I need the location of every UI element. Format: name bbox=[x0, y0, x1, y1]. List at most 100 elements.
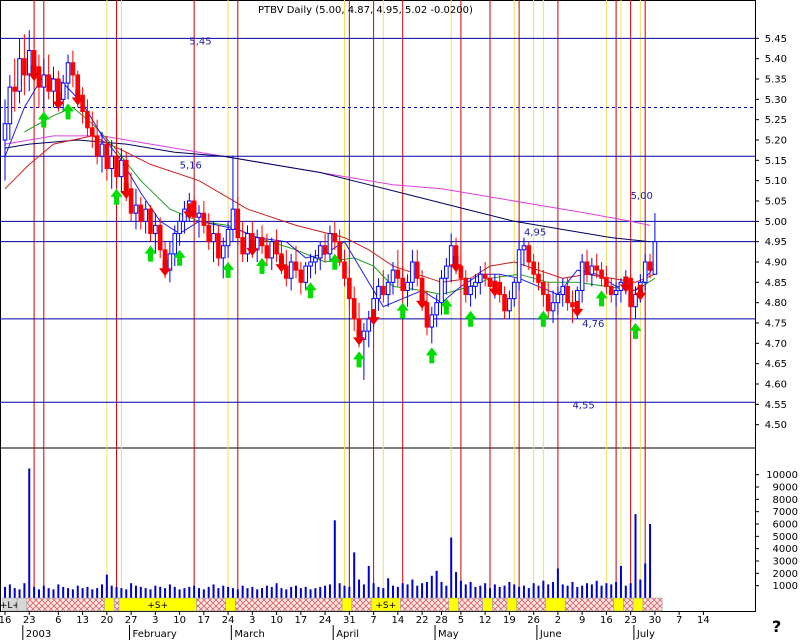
volume-bar bbox=[450, 537, 453, 598]
candle-body bbox=[70, 62, 76, 76]
x-tick-label: 9 bbox=[579, 615, 585, 626]
volume-bar bbox=[392, 585, 394, 598]
volume-bar bbox=[67, 588, 70, 598]
volume-bar bbox=[134, 585, 137, 598]
volume-bar bbox=[615, 581, 618, 598]
x-tick-label: 24 bbox=[222, 615, 235, 626]
x-tick-label: 10 bbox=[270, 615, 283, 626]
candle-body bbox=[303, 265, 308, 283]
candle-body bbox=[647, 261, 653, 271]
band-segment bbox=[458, 597, 483, 612]
volume-bar bbox=[265, 585, 268, 598]
candle-body bbox=[138, 204, 144, 222]
volume-bar bbox=[227, 586, 230, 598]
price-tick-label: 5.15 bbox=[765, 156, 787, 167]
volume-bar bbox=[469, 581, 472, 598]
volume-bar bbox=[435, 570, 438, 598]
volume-bar bbox=[115, 586, 118, 598]
volume-bar bbox=[479, 585, 482, 598]
volume-bar bbox=[440, 581, 443, 598]
volume-bar bbox=[270, 586, 273, 598]
candle-body bbox=[400, 277, 405, 291]
volume-bar bbox=[629, 583, 632, 598]
volume-bar bbox=[86, 586, 89, 598]
x-tick-label: 30 bbox=[649, 615, 662, 626]
volume-bar bbox=[188, 586, 191, 598]
price-tick-label: 5.40 bbox=[765, 54, 787, 65]
x-tick-label: 27 bbox=[125, 615, 138, 626]
volume-bar bbox=[338, 583, 341, 598]
level-label: 4,76 bbox=[582, 319, 604, 330]
candle-body bbox=[550, 302, 556, 312]
candle-body bbox=[41, 74, 47, 88]
candle-body bbox=[594, 265, 600, 271]
x-tick-label: 23 bbox=[23, 615, 36, 626]
buy-arrow-icon bbox=[304, 282, 317, 299]
volume-bar bbox=[125, 589, 128, 598]
candle-body bbox=[589, 265, 595, 275]
volume-bar bbox=[421, 583, 424, 598]
candle-body bbox=[531, 261, 536, 275]
candle-body bbox=[313, 257, 318, 263]
volume-bar bbox=[387, 578, 390, 598]
month-label: May bbox=[438, 629, 459, 640]
candle-body bbox=[85, 111, 90, 129]
candle-body bbox=[458, 265, 464, 279]
volume-bar bbox=[459, 580, 462, 598]
volume-bar bbox=[275, 583, 278, 598]
x-tick-label: 22 bbox=[416, 615, 429, 626]
x-tick-label: 31 bbox=[343, 615, 356, 626]
volume-bar bbox=[76, 585, 79, 598]
volume-bar bbox=[561, 584, 564, 598]
candle-body bbox=[497, 281, 502, 296]
volume-bar bbox=[644, 563, 647, 598]
level-label: 4,95 bbox=[524, 228, 546, 239]
x-tick-label: 6 bbox=[55, 615, 61, 626]
volume-bar bbox=[8, 584, 11, 598]
candle-body bbox=[90, 127, 95, 137]
x-tick-label: 16 bbox=[600, 615, 613, 626]
band-segment bbox=[113, 597, 120, 612]
volume-bar bbox=[513, 584, 516, 598]
band-segment bbox=[16, 597, 28, 612]
volume-bar bbox=[81, 588, 84, 598]
band-segment bbox=[492, 597, 508, 612]
price-chart-canvas[interactable]: 5,455,165,004,954,764,55 +L+ +S+ +S+ 5.455… bbox=[0, 0, 800, 640]
volume-tick-label: 9000 bbox=[773, 483, 798, 494]
volume-bar bbox=[610, 584, 613, 598]
buy-arrow-icon bbox=[256, 257, 269, 274]
help-icon[interactable]: ? bbox=[772, 617, 781, 636]
candle-body bbox=[308, 261, 313, 267]
volume-bar bbox=[455, 572, 458, 598]
volume-bar bbox=[328, 584, 331, 598]
candle-body bbox=[259, 237, 265, 247]
candle-body bbox=[633, 294, 638, 308]
candle-body bbox=[240, 237, 245, 255]
candle-body bbox=[570, 302, 575, 308]
candle-body bbox=[153, 224, 158, 235]
volume-bar bbox=[139, 586, 142, 598]
candle-body bbox=[317, 245, 323, 259]
volume-tick-label: 10000 bbox=[766, 470, 798, 481]
chart-title: PTBV Daily (5.00, 4.87, 4.95, 5.02 -0.02… bbox=[258, 5, 473, 16]
volume-bar bbox=[144, 588, 147, 598]
x-tick-label: 10 bbox=[173, 615, 186, 626]
volume-bar bbox=[406, 584, 409, 598]
candle-body bbox=[206, 224, 211, 243]
chart-frame bbox=[0, 0, 756, 612]
candle-body bbox=[439, 277, 444, 304]
candle-body bbox=[133, 204, 139, 214]
volume-bar bbox=[425, 581, 428, 598]
candle-body bbox=[652, 241, 658, 275]
candle-body bbox=[536, 273, 541, 283]
volume-bar bbox=[464, 584, 467, 598]
volume-tick-label: 4000 bbox=[773, 544, 798, 555]
volume-bar bbox=[372, 583, 375, 598]
candle-body bbox=[487, 277, 493, 287]
candle-body bbox=[516, 249, 522, 283]
candle-body bbox=[7, 86, 13, 125]
month-label: 2003 bbox=[26, 629, 51, 640]
candle-body bbox=[565, 285, 570, 304]
volume-bar bbox=[154, 585, 157, 598]
volume-bar bbox=[105, 574, 108, 598]
